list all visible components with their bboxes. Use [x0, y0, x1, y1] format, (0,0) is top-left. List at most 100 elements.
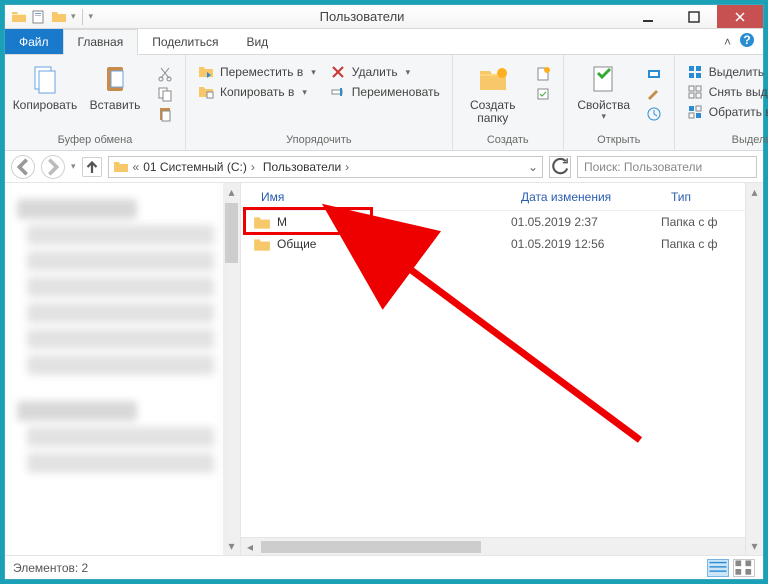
recent-locations-icon[interactable]: ▾ [71, 161, 76, 172]
sidebar-item[interactable] [27, 277, 214, 297]
statusbar: Элементов: 2 [5, 555, 763, 579]
sidebar-item[interactable] [17, 199, 137, 219]
sidebar-scrollbar[interactable]: ▴ ▾ [223, 183, 241, 555]
history-button[interactable] [642, 105, 666, 123]
tab-view[interactable]: Вид [232, 29, 282, 54]
move-to-button[interactable]: Переместить в [194, 63, 320, 81]
new-item-button[interactable] [531, 65, 555, 83]
help-icon[interactable]: ? [739, 32, 755, 51]
tab-file[interactable]: Файл [5, 29, 63, 54]
copy-to-button[interactable]: Копировать в [194, 83, 320, 101]
paste-shortcut-button[interactable] [153, 105, 177, 123]
column-date[interactable]: Дата изменения [511, 190, 661, 204]
sidebar-item[interactable] [17, 401, 137, 421]
select-none-icon [687, 84, 703, 100]
back-button[interactable] [11, 155, 35, 179]
properties-button[interactable]: Свойства ▾ [572, 59, 636, 122]
group-open-label: Открыть [564, 132, 674, 150]
history-icon [646, 106, 662, 122]
file-row[interactable]: Общие 01.05.2019 12:56 Папка с ф [241, 233, 763, 255]
copy-button[interactable]: Копировать [13, 59, 77, 112]
group-organize-label: Упорядочить [186, 132, 452, 150]
group-select-label: Выделить [675, 132, 768, 150]
properties-icon[interactable] [31, 9, 47, 25]
new-folder-icon [477, 63, 509, 95]
tab-share[interactable]: Поделиться [138, 29, 232, 54]
delete-icon [330, 64, 346, 80]
group-clipboard: Копировать Вставить Буфер обмена [5, 55, 186, 150]
column-headers: Имя Дата изменения Тип [241, 183, 763, 211]
address-dropdown-icon[interactable]: ⌄ [528, 160, 538, 174]
new-folder-button[interactable]: Создать папку [461, 59, 525, 125]
cut-button[interactable] [153, 65, 177, 83]
sidebar-item[interactable] [27, 251, 214, 271]
item-count: Элементов: 2 [13, 561, 88, 575]
close-button[interactable] [717, 5, 763, 28]
window-title: Пользователи [99, 9, 625, 24]
sidebar-item[interactable] [27, 303, 214, 323]
copy-path-button[interactable] [153, 85, 177, 103]
address-folder-icon [113, 159, 129, 175]
open-icon [646, 66, 662, 82]
move-to-icon [198, 64, 214, 80]
paste-button[interactable]: Вставить [83, 59, 147, 112]
edit-icon [646, 86, 662, 102]
easy-access-icon [535, 86, 551, 102]
folder-icon[interactable] [51, 9, 67, 25]
column-name[interactable]: Имя [241, 190, 511, 204]
group-new-label: Создать [453, 132, 563, 150]
easy-access-button[interactable] [531, 85, 555, 103]
sidebar-item[interactable] [27, 453, 214, 473]
file-list: M 01.05.2019 2:37 Папка с ф Общие 01.05.… [241, 211, 763, 255]
copy-icon [29, 63, 61, 95]
app-folder-icon [11, 9, 27, 25]
vertical-scrollbar[interactable]: ▴▾ [745, 183, 763, 555]
address-bar[interactable]: « 01 Системный (C:) Пользователи ⌄ [108, 156, 543, 178]
search-input[interactable]: Поиск: Пользователи [577, 156, 757, 178]
maximize-button[interactable] [671, 5, 717, 28]
file-list-pane: Имя Дата изменения Тип M 01.05.2019 2:37… [241, 183, 763, 555]
sidebar-item[interactable] [27, 427, 214, 447]
icons-view-button[interactable] [733, 559, 755, 577]
folder-icon [253, 236, 271, 252]
sidebar-item[interactable] [27, 355, 214, 375]
cut-icon [157, 66, 173, 82]
qat-customize-icon[interactable]: ▾ [89, 11, 94, 22]
sidebar-item[interactable] [27, 225, 214, 245]
rename-icon [330, 84, 346, 100]
column-type[interactable]: Тип [661, 190, 701, 204]
refresh-button[interactable] [549, 156, 571, 178]
edit-button[interactable] [642, 85, 666, 103]
breadcrumb-item[interactable]: Пользователи [263, 160, 353, 174]
rename-button[interactable]: Переименовать [326, 83, 444, 101]
select-all-button[interactable]: Выделить все [683, 63, 768, 81]
group-clipboard-label: Буфер обмена [5, 132, 185, 150]
invert-selection-icon [687, 104, 703, 120]
tab-home[interactable]: Главная [63, 29, 139, 55]
separator [82, 9, 83, 25]
file-row[interactable]: M 01.05.2019 2:37 Папка с ф [241, 211, 763, 233]
select-none-button[interactable]: Снять выделение [683, 83, 768, 101]
titlebar: ▾ ▾ Пользователи [5, 5, 763, 29]
sidebar-item[interactable] [27, 329, 214, 349]
navigation-pane[interactable] [5, 183, 223, 555]
svg-text:?: ? [743, 33, 750, 47]
select-all-icon [687, 64, 703, 80]
open-button[interactable] [642, 65, 666, 83]
delete-button[interactable]: Удалить [326, 63, 444, 81]
explorer-window: ▾ ▾ Пользователи Файл Главная Поделиться… [4, 4, 764, 580]
copy-to-icon [198, 84, 214, 100]
details-view-button[interactable] [707, 559, 729, 577]
quick-access-toolbar: ▾ ▾ [5, 9, 99, 25]
up-button[interactable] [82, 157, 102, 177]
minimize-button[interactable] [625, 5, 671, 28]
group-organize: Переместить в Копировать в Удалить Переи… [186, 55, 453, 150]
invert-selection-button[interactable]: Обратить выделение [683, 103, 768, 121]
breadcrumb-item[interactable]: 01 Системный (C:) [143, 160, 259, 174]
qat-dropdown-icon[interactable]: ▾ [71, 11, 76, 22]
forward-button[interactable] [41, 155, 65, 179]
new-item-icon [535, 66, 551, 82]
minimize-ribbon-icon[interactable]: ˄ [724, 35, 731, 49]
group-select: Выделить все Снять выделение Обратить вы… [675, 55, 768, 150]
horizontal-scrollbar[interactable]: ◂▸ [241, 537, 763, 555]
